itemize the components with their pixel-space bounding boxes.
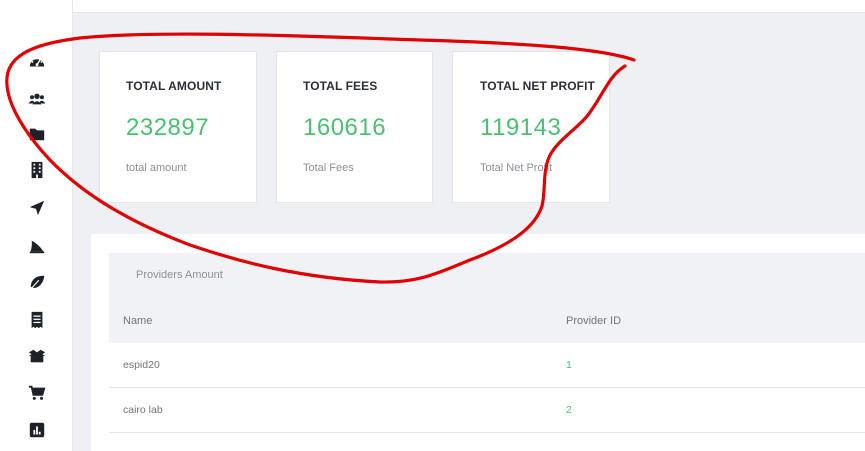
card-subtitle: total amount bbox=[126, 162, 187, 174]
column-header-name[interactable]: Name bbox=[123, 315, 152, 327]
column-header-provider-id[interactable]: Provider ID bbox=[566, 315, 621, 327]
card-title: TOTAL NET PROFIT bbox=[480, 79, 595, 93]
providers-panel: Providers Amount Name Provider ID espid2… bbox=[91, 234, 865, 451]
card-value: 160616 bbox=[303, 114, 387, 141]
table-header: Name Provider ID bbox=[109, 299, 865, 343]
card-title: TOTAL FEES bbox=[303, 79, 378, 93]
building-icon[interactable] bbox=[27, 160, 47, 180]
card-title: TOTAL AMOUNT bbox=[126, 79, 222, 93]
card-subtitle: Total Fees bbox=[303, 162, 354, 174]
table-row[interactable]: cairo lab 2 bbox=[109, 388, 865, 433]
card-value: 232897 bbox=[126, 114, 210, 141]
shark-fin-icon[interactable] bbox=[27, 236, 47, 256]
panel-title: Providers Amount bbox=[136, 269, 223, 281]
total-net-profit-card: TOTAL NET PROFIT 119143 Total Net Profit bbox=[452, 51, 610, 203]
bar-chart-icon[interactable] bbox=[27, 420, 47, 440]
dashboard-gauge-icon[interactable] bbox=[27, 52, 47, 72]
card-value: 119143 bbox=[480, 114, 562, 141]
location-arrow-icon[interactable] bbox=[27, 198, 47, 218]
provider-name: cairo lab bbox=[123, 404, 163, 416]
total-fees-card: TOTAL FEES 160616 Total Fees bbox=[276, 51, 433, 203]
card-subtitle: Total Net Profit bbox=[480, 162, 553, 174]
top-bar bbox=[73, 0, 865, 13]
provider-id: 2 bbox=[566, 404, 572, 416]
users-icon[interactable] bbox=[27, 89, 47, 109]
sidebar bbox=[0, 0, 73, 451]
shopping-cart-icon[interactable] bbox=[27, 383, 47, 403]
receipt-icon[interactable] bbox=[27, 310, 47, 330]
panel-header: Providers Amount bbox=[109, 253, 865, 299]
provider-name: espid20 bbox=[123, 359, 160, 371]
provider-id: 1 bbox=[566, 359, 572, 371]
folder-icon[interactable] bbox=[27, 124, 47, 144]
box-open-icon[interactable] bbox=[27, 346, 47, 366]
table-row[interactable]: espid20 1 bbox=[109, 343, 865, 388]
total-amount-card: TOTAL AMOUNT 232897 total amount bbox=[99, 51, 257, 203]
leaf-icon[interactable] bbox=[27, 273, 47, 293]
